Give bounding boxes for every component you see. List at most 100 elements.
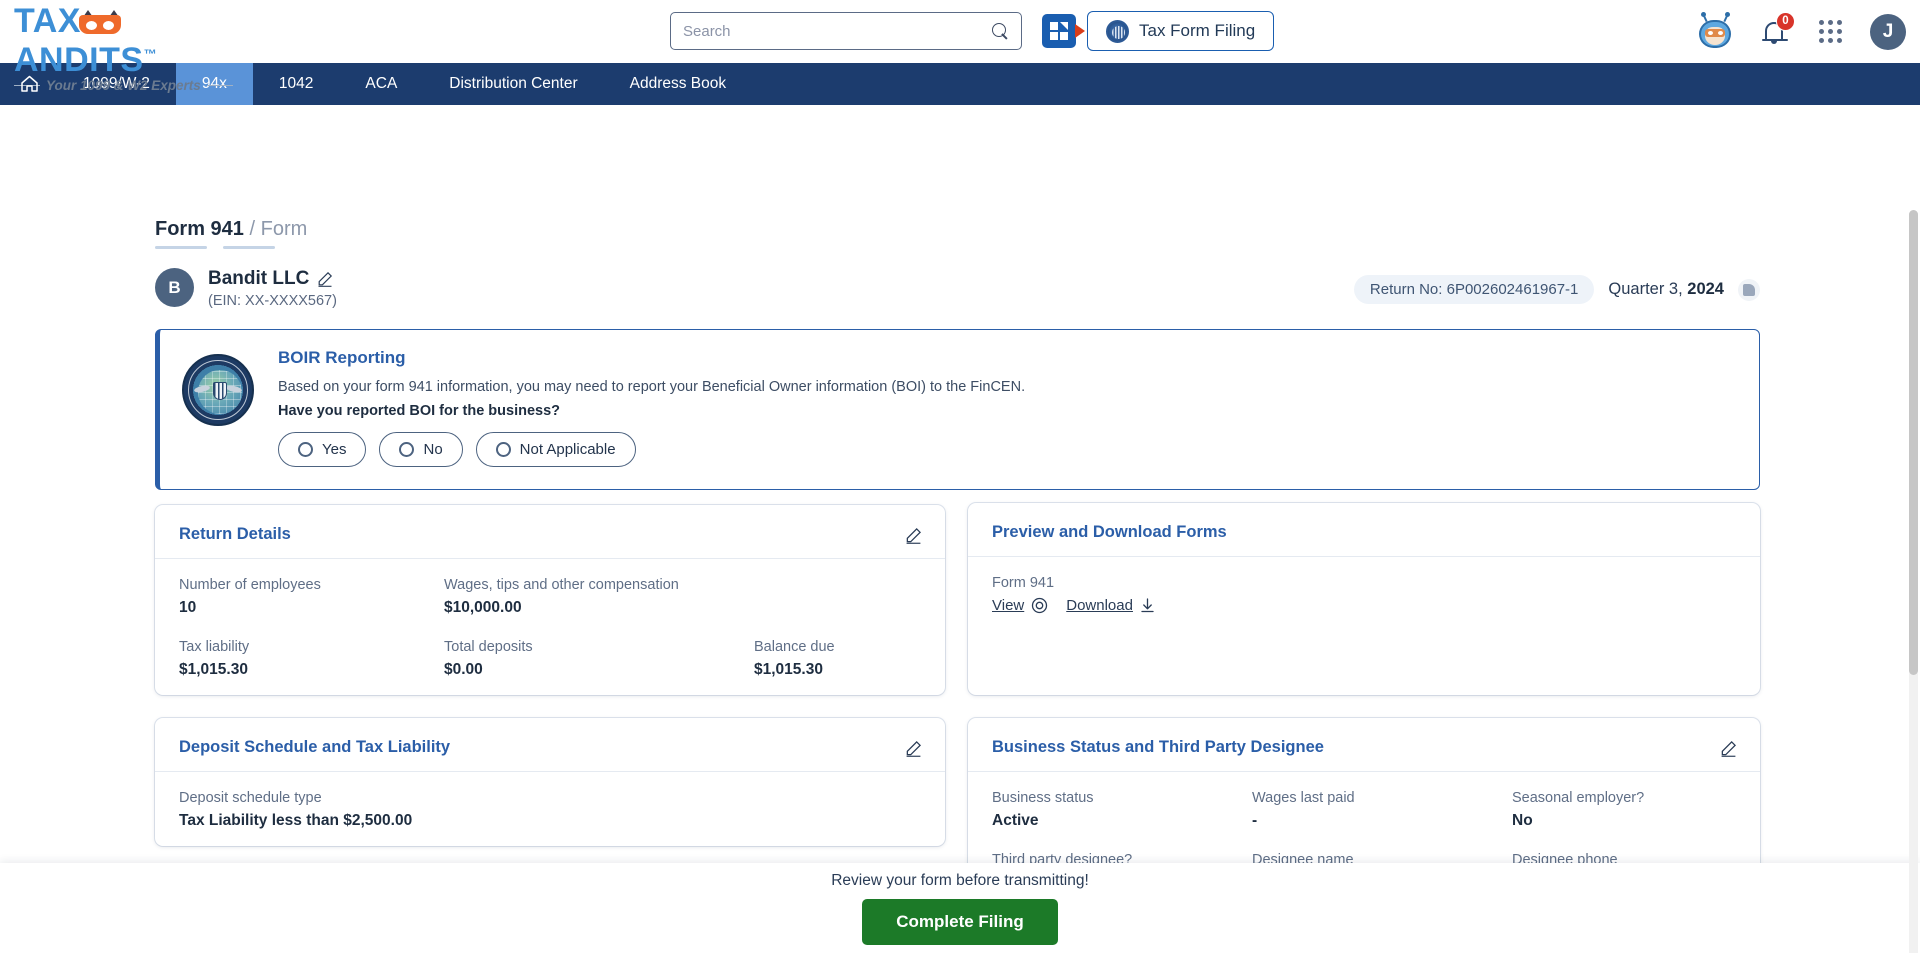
breadcrumb-separator: / (243, 218, 261, 240)
radio-circle-icon (298, 442, 313, 457)
apps-switch-button[interactable] (1042, 14, 1085, 48)
business-status-title: Business Status and Third Party Designee (992, 738, 1324, 756)
deposit-schedule-header: Deposit Schedule and Tax Liability (155, 718, 945, 772)
field-value: $10,000.00 (444, 599, 522, 616)
deposit-schedule-body: Deposit schedule type Tax Liability less… (155, 772, 945, 852)
quarter-label: Quarter 3, 2024 (1608, 280, 1724, 299)
scrollbar-thumb[interactable] (1909, 210, 1918, 675)
edit-business-pencil-icon[interactable] (317, 271, 333, 287)
return-details-fields: Number of employees 10 Wages, tips and o… (179, 577, 921, 679)
field-wages-last-paid: Wages last paid - (1252, 790, 1512, 830)
boir-option-no-label: No (423, 441, 443, 458)
return-details-body: Number of employees 10 Wages, tips and o… (155, 559, 945, 701)
field-tax-liability: Tax liability $1,015.30 (179, 639, 444, 679)
field-wages-tips: Wages, tips and other compensation $10,0… (444, 577, 754, 617)
edit-return-details-pencil-icon[interactable] (905, 527, 921, 544)
tag-icon[interactable] (1738, 278, 1760, 301)
field-value: - (1252, 812, 1258, 829)
quarter-year: 2024 (1687, 280, 1724, 298)
nav-item-aca[interactable]: ACA (339, 63, 423, 105)
boir-option-not-applicable[interactable]: Not Applicable (475, 432, 636, 467)
field-business-status: Business status Active (992, 790, 1252, 830)
preview-form-name: Form 941 (992, 575, 1055, 591)
main-navigation: 1099/W-2 94x 1042 ACA Distribution Cente… (0, 63, 1920, 105)
search-box[interactable] (670, 12, 1022, 50)
boir-option-not-applicable-label: Not Applicable (519, 441, 616, 458)
nav-item-address-book[interactable]: Address Book (604, 63, 753, 105)
tagline-rule-right (206, 84, 233, 87)
field-label: Balance due (754, 639, 835, 655)
nav-item-distribution-center[interactable]: Distribution Center (423, 63, 603, 105)
trademark-symbol: ™ (143, 46, 158, 62)
download-icon (1140, 597, 1155, 614)
tagline-text: Your 1099 & W2 Experts (46, 78, 201, 93)
field-value: 10 (179, 599, 197, 616)
field-value: No (1512, 812, 1533, 829)
footer-message: Review your form before transmitting! (831, 871, 1089, 889)
field-balance-due: Balance due $1,015.30 (754, 639, 921, 679)
preview-download-title: Preview and Download Forms (992, 523, 1227, 541)
complete-filing-button[interactable]: Complete Filing (862, 898, 1058, 945)
view-link-label: View (992, 597, 1025, 614)
footer-action-bar: Review your form before transmitting! Co… (0, 863, 1920, 953)
business-name-row: Bandit LLC (208, 268, 337, 290)
field-value: Active (992, 812, 1039, 829)
boir-reporting-banner: BOIR Reporting Based on your form 941 in… (155, 329, 1760, 490)
preview-download-card: Preview and Download Forms Form 941 View… (968, 503, 1760, 695)
field-value: $1,015.30 (754, 661, 823, 678)
page-scrollbar[interactable] (1909, 210, 1918, 953)
edit-deposit-schedule-pencil-icon[interactable] (905, 740, 921, 757)
bandit-mask-icon (78, 10, 121, 35)
search-icon[interactable] (992, 22, 1009, 40)
view-form-link[interactable]: View (992, 597, 1048, 614)
tax-form-filing-button[interactable]: Tax Form Filing (1087, 11, 1275, 51)
breadcrumb-underline (155, 246, 275, 249)
apps-grid-icon[interactable] (1819, 20, 1842, 43)
notification-count-badge: 0 (1776, 11, 1795, 31)
field-label: Seasonal employer? (1512, 790, 1645, 806)
eye-icon (1031, 597, 1048, 614)
bandit-bot-icon[interactable] (1697, 11, 1733, 50)
boir-option-yes[interactable]: Yes (278, 432, 367, 467)
notifications-bell-icon[interactable]: 0 (1761, 11, 1795, 48)
business-avatar: B (155, 268, 194, 307)
page-content: Form 941 / Form B Bandit LLC (EIN: XX-XX… (0, 105, 1920, 953)
app-page: TAXANDITS™ Your 1099 & W2 Experts Tax Fo… (0, 0, 1920, 953)
breadcrumb: Form 941 / Form (155, 218, 307, 241)
field-seasonal-employer: Seasonal employer? No (1512, 790, 1736, 830)
fincen-seal-icon (182, 354, 254, 426)
boir-options-group: Yes No Not Applicable (278, 432, 1737, 467)
field-deposit-schedule-type: Deposit schedule type Tax Liability less… (179, 790, 921, 830)
deposit-schedule-title: Deposit Schedule and Tax Liability (179, 738, 451, 756)
grid-squares-icon (1050, 22, 1068, 40)
nav-item-1042[interactable]: 1042 (253, 63, 339, 105)
user-avatar[interactable]: J (1870, 13, 1906, 50)
taxbandits-logo[interactable]: TAX ANDITS™ Your 1099 & W2 Experts (14, 2, 259, 93)
field-label: Wages last paid (1252, 790, 1355, 806)
home-icon (20, 75, 39, 93)
edit-business-status-pencil-icon[interactable] (1720, 740, 1736, 757)
irs-seal-icon (1106, 19, 1129, 43)
field-total-deposits: Total deposits $0.00 (444, 639, 754, 679)
logo-text-andits: ANDITS (14, 41, 144, 79)
field-number-of-employees: Number of employees 10 (179, 577, 444, 617)
boir-option-no[interactable]: No (379, 432, 463, 467)
preview-download-body: Form 941 View Download (968, 557, 1760, 636)
radio-circle-icon (495, 442, 511, 457)
header-icon-group: 0 J (1697, 0, 1906, 63)
breadcrumb-secondary: Form (260, 218, 308, 240)
boir-description: Based on your form 941 information, you … (278, 379, 1026, 395)
search-input[interactable] (683, 22, 992, 40)
breadcrumb-primary[interactable]: Form 941 (155, 218, 244, 240)
field-label: Wages, tips and other compensation (444, 577, 679, 593)
field-label: Total deposits (444, 639, 533, 655)
business-status-header: Business Status and Third Party Designee (968, 718, 1760, 772)
boir-title: BOIR Reporting (278, 348, 406, 367)
field-empty-slot (754, 577, 921, 617)
field-label: Number of employees (179, 577, 321, 593)
download-form-link[interactable]: Download (1066, 597, 1155, 614)
boir-option-yes-label: Yes (322, 441, 347, 458)
logo-text-tax: TAX (14, 2, 81, 40)
return-meta: Return No: 6P002602461967-1 Quarter 3, 2… (1353, 275, 1760, 304)
boir-question: Have you reported BOI for the business? (278, 403, 560, 419)
